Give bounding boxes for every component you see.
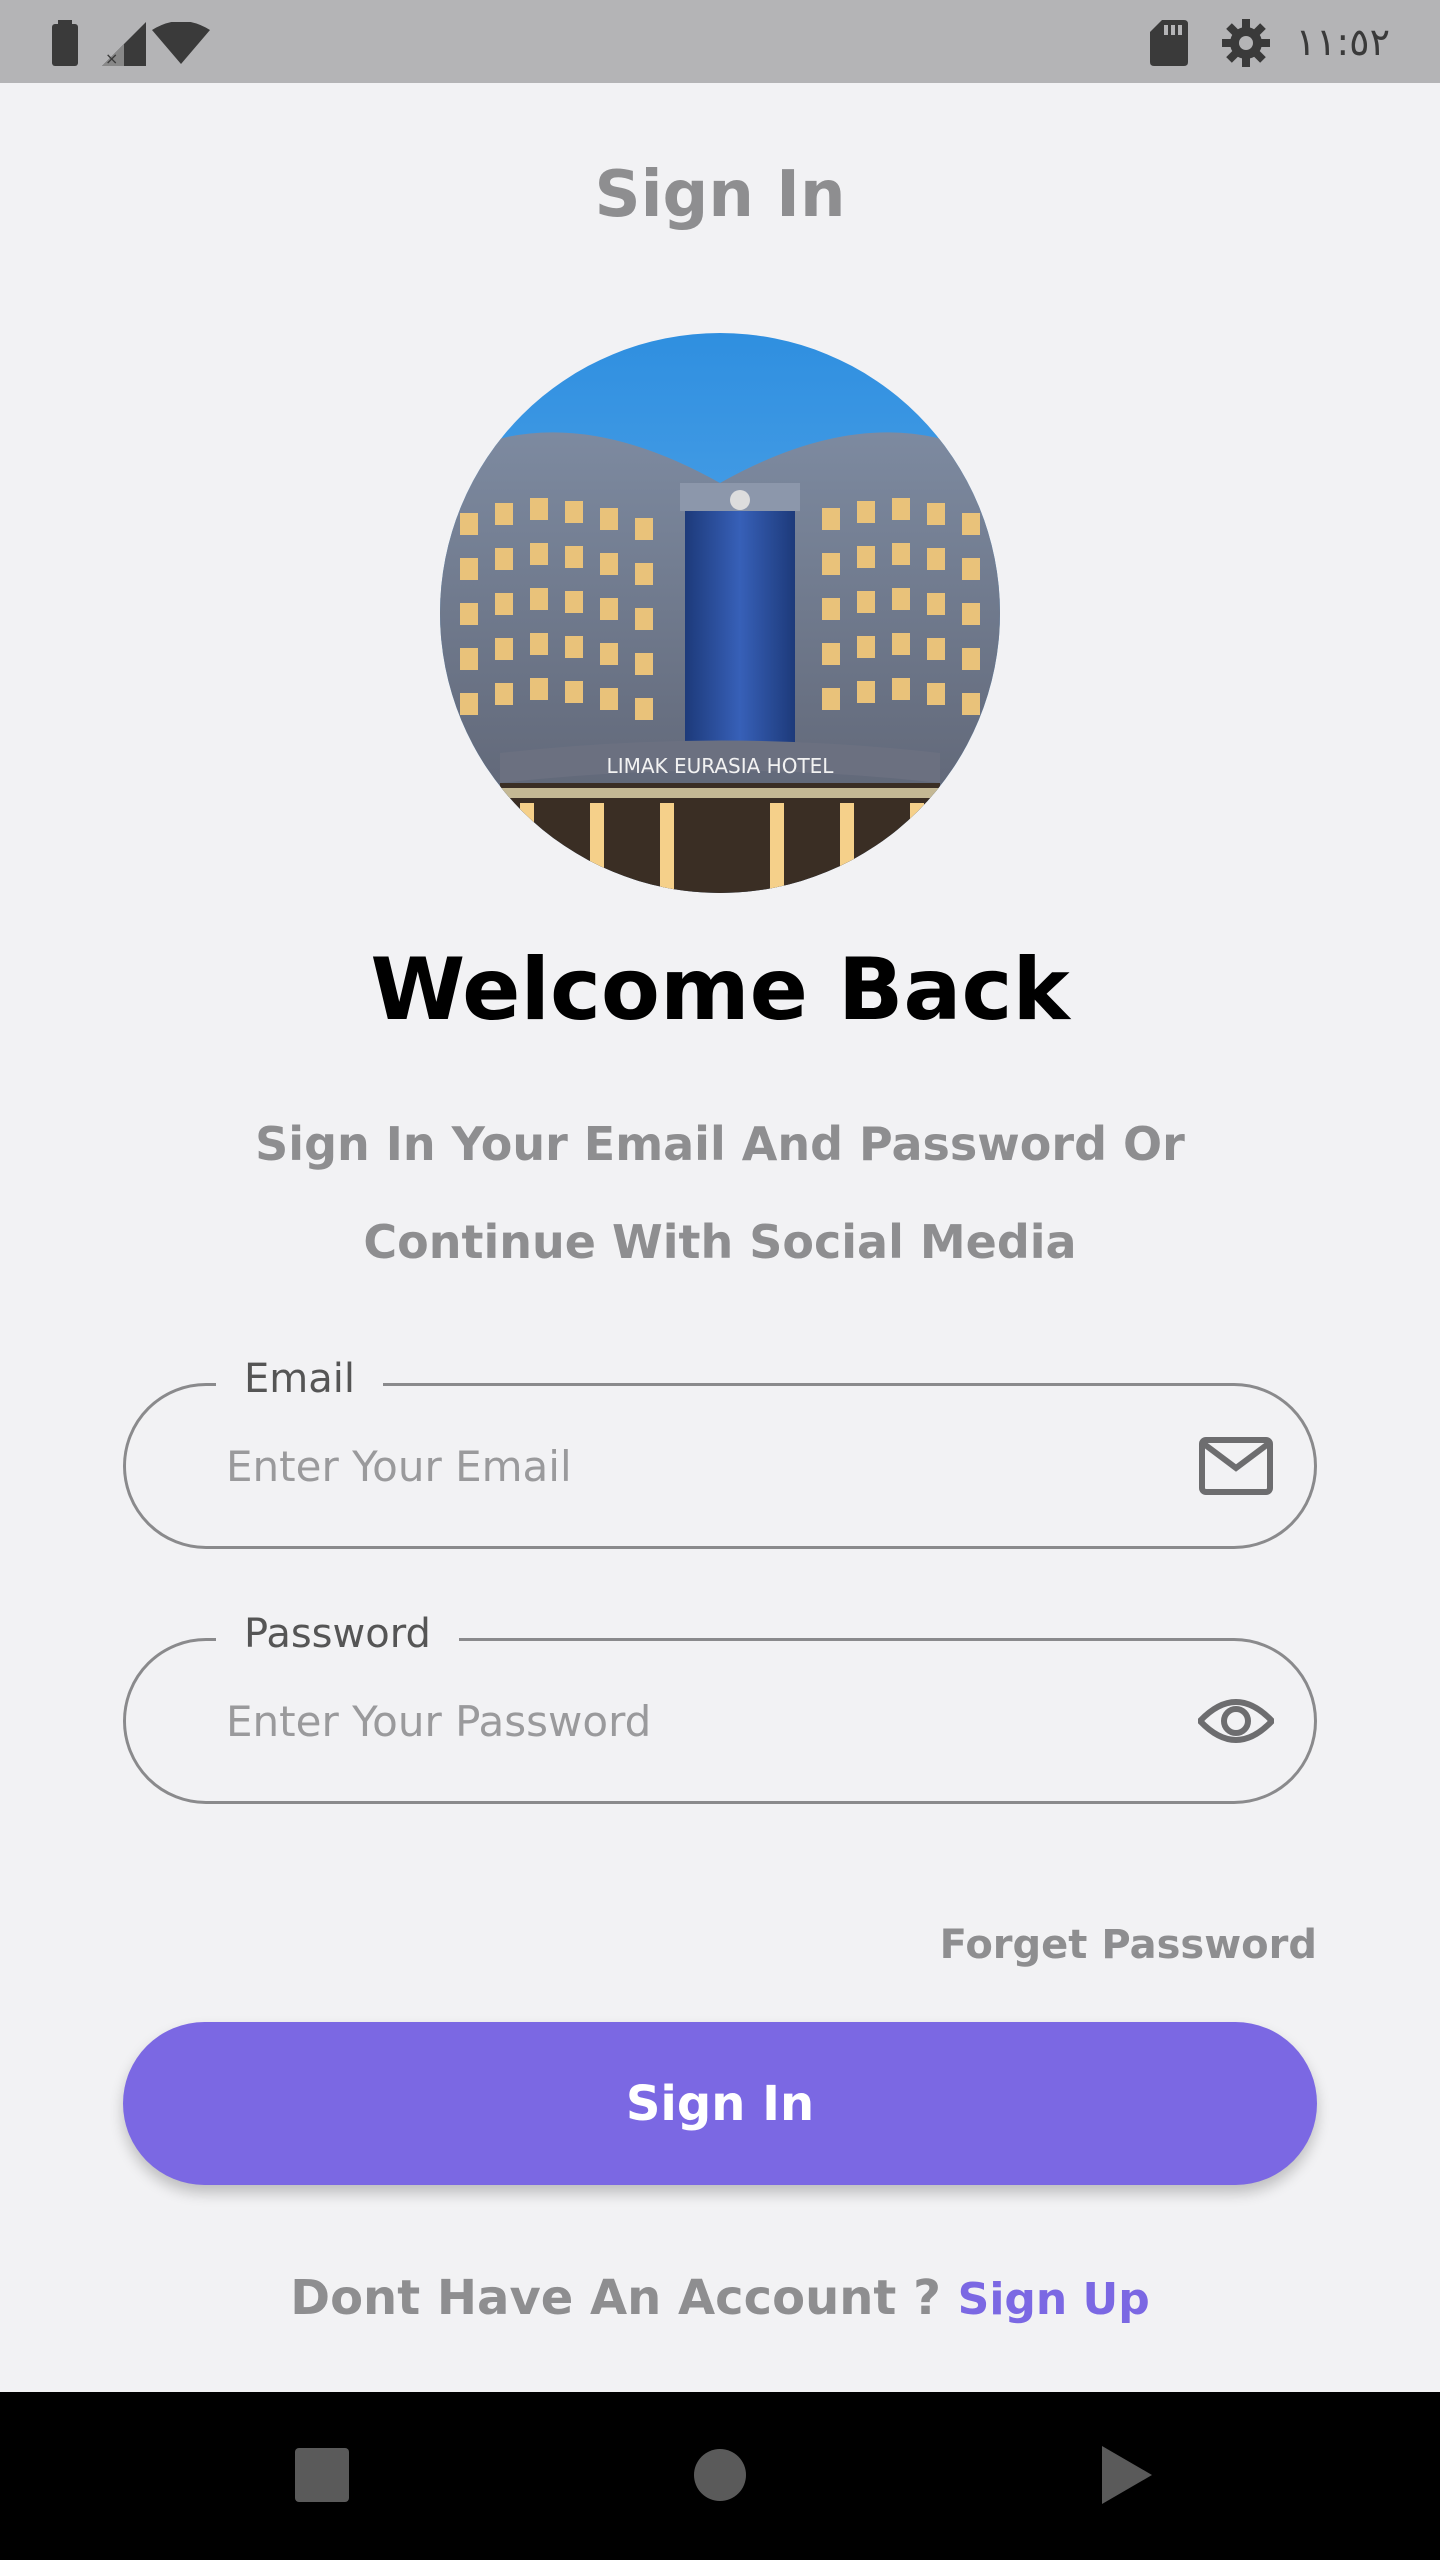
sd-card-icon [1150,20,1188,66]
email-field[interactable]: Email [123,1344,1317,1549]
sign-up-link[interactable]: Sign Up [958,2274,1150,2325]
status-bar: × ١١:٥٢ [0,0,1440,83]
hotel-photo: LIMAK EURASIA HOTEL [440,333,1000,893]
sign-in-button[interactable]: Sign In [123,2022,1317,2185]
svg-text:×: × [105,49,118,66]
back-triangle-icon[interactable] [1088,2440,1158,2510]
signup-prompt-text: Dont Have An Account ? [290,2270,941,2326]
sign-in-screen: × ١١:٥٢ Sign In LIMAK EURASIA HOTEL Welc… [0,0,1440,2560]
system-nav-bar [0,2392,1440,2560]
hotel-sign: LIMAK EURASIA HOTEL [607,754,835,778]
recents-square-icon[interactable] [287,2440,357,2510]
welcome-title: Welcome Back [370,940,1070,1040]
settings-gear-icon [1222,19,1270,67]
email-input[interactable] [226,1386,1126,1546]
wifi-icon [152,22,210,64]
eye-icon[interactable] [1198,1689,1274,1753]
password-field[interactable]: Password [123,1599,1317,1804]
battery-icon [52,20,78,66]
welcome-subtitle: Sign In Your Email And Password Or Conti… [255,1117,1185,1269]
status-time: ١١:٥٢ [1295,20,1390,64]
hotel-avatar-image: LIMAK EURASIA HOTEL [440,333,1000,893]
mail-icon[interactable] [1198,1434,1274,1498]
no-signal-icon: × [102,22,146,66]
signup-prompt-row: Dont Have An Account ? Sign Up [0,2260,1440,2338]
password-input[interactable] [226,1641,1126,1801]
page-title: Sign In [594,158,846,232]
home-circle-icon[interactable] [685,2440,755,2510]
forgot-password-link[interactable]: Forget Password [940,1915,1317,1975]
